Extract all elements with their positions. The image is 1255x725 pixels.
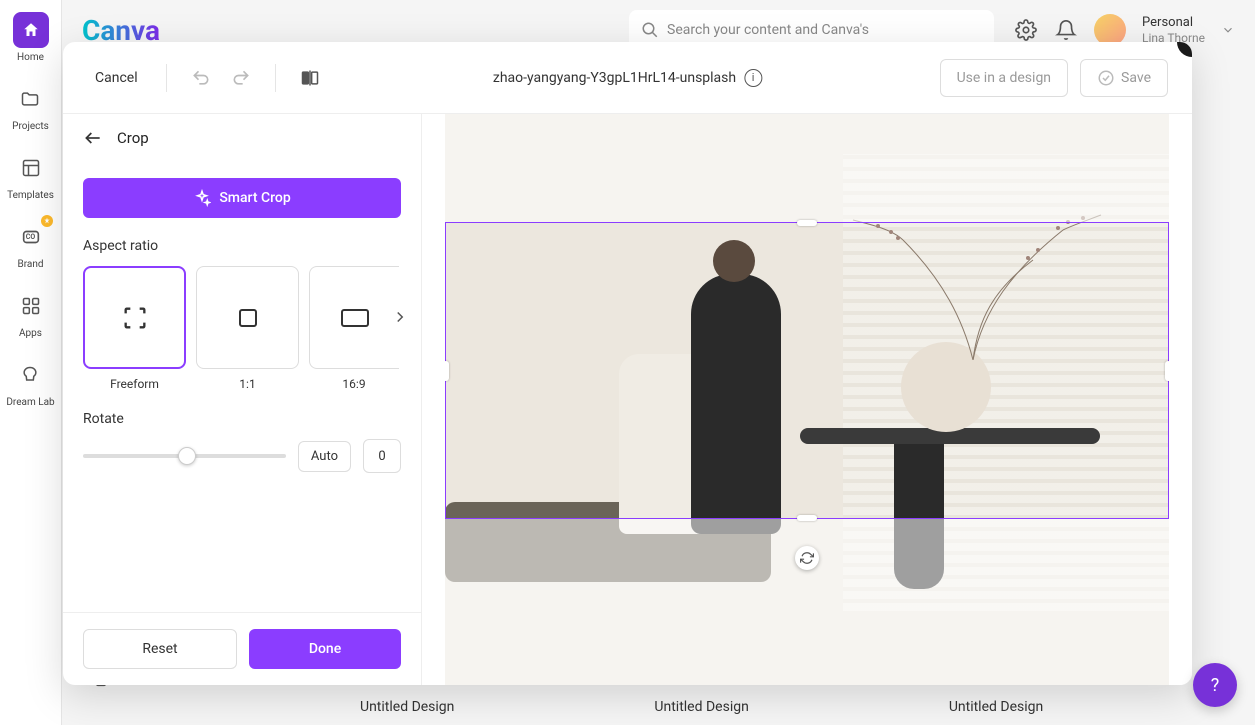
flip-button[interactable] xyxy=(296,64,324,92)
ratio-1-1[interactable]: 1:1 xyxy=(196,266,299,391)
reset-button[interactable]: Reset xyxy=(83,629,237,669)
nav-label: Brand xyxy=(17,259,43,270)
templates-icon xyxy=(13,150,49,186)
nav-dream-lab[interactable]: Dream Lab xyxy=(6,357,54,408)
search-placeholder: Search your content and Canva's xyxy=(667,22,869,38)
folder-icon xyxy=(12,81,48,117)
nav-brand[interactable]: CO Brand xyxy=(13,219,49,270)
modal-header: Cancel zhao-yangyang-Y3gpL1HrL14-unsplas… xyxy=(63,42,1192,114)
smart-crop-button[interactable]: Smart Crop xyxy=(83,178,401,218)
ratio-options: Freeform 1:1 16:9 xyxy=(83,266,401,391)
dream-lab-icon xyxy=(12,357,48,393)
rotate-handle[interactable] xyxy=(795,546,819,570)
header-actions: Use in a design Save xyxy=(940,59,1168,97)
crop-panel: Crop Smart Crop Aspect ratio Freeform xyxy=(63,114,422,685)
ratio-next-button[interactable] xyxy=(391,308,409,326)
crop-box[interactable] xyxy=(445,222,1169,519)
crop-header: Crop xyxy=(63,114,421,162)
rotate-label: Rotate xyxy=(83,411,401,427)
filename-text: zhao-yangyang-Y3gpL1HrL14-unsplash xyxy=(493,70,736,86)
search-icon xyxy=(641,21,659,39)
crop-title: Crop xyxy=(117,129,149,147)
nav-templates[interactable]: Templates xyxy=(7,150,54,201)
cancel-button[interactable]: Cancel xyxy=(87,70,146,86)
undo-button[interactable] xyxy=(187,64,215,92)
crop-handle-right[interactable] xyxy=(1165,361,1169,381)
nav-home[interactable]: Home xyxy=(13,12,49,63)
sparkle-icon xyxy=(193,189,211,207)
home-icon xyxy=(13,12,49,48)
divider xyxy=(275,64,276,92)
ratio-label: Freeform xyxy=(110,377,159,391)
filename-area: zhao-yangyang-Y3gpL1HrL14-unsplash i xyxy=(493,69,762,87)
crop-dim-top xyxy=(445,114,1169,222)
help-button[interactable]: ? xyxy=(1193,663,1237,707)
nav-label: Templates xyxy=(7,190,54,201)
divider xyxy=(166,64,167,92)
ratio-label: 16:9 xyxy=(342,377,365,391)
save-button[interactable]: Save xyxy=(1080,59,1168,97)
nav-label: Home xyxy=(17,52,44,63)
redo-icon xyxy=(231,68,251,88)
modal-body: Crop Smart Crop Aspect ratio Freeform xyxy=(63,114,1192,685)
rotate-input[interactable] xyxy=(363,439,401,473)
ratio-label: 1:1 xyxy=(239,377,255,391)
close-icon xyxy=(1185,42,1192,49)
wide-icon xyxy=(340,308,370,328)
user-plan: Personal xyxy=(1142,15,1205,31)
brand-icon: CO xyxy=(13,219,49,255)
freeform-icon xyxy=(121,304,149,332)
design-item[interactable]: Untitled Design xyxy=(360,699,454,715)
ratio-thumb xyxy=(196,266,299,369)
check-circle-icon xyxy=(1097,69,1115,87)
nav-label: Projects xyxy=(12,121,49,132)
arrow-left-icon xyxy=(83,128,103,148)
ratio-thumb xyxy=(309,266,399,369)
redo-button[interactable] xyxy=(227,64,255,92)
nav-apps[interactable]: Apps xyxy=(13,288,49,339)
crop-dim-bottom xyxy=(445,519,1169,685)
undo-icon xyxy=(191,68,211,88)
done-button[interactable]: Done xyxy=(249,629,401,669)
nav-projects[interactable]: Projects xyxy=(12,81,49,132)
left-nav-rail: Home Projects Templates CO Brand xyxy=(0,0,62,725)
settings-icon[interactable] xyxy=(1014,18,1038,42)
crop-handle-left[interactable] xyxy=(445,361,449,381)
rotate-slider[interactable] xyxy=(83,454,286,458)
ratio-16-9[interactable]: 16:9 xyxy=(309,266,399,391)
image-preview xyxy=(422,114,1192,685)
user-info[interactable]: Personal Lina Thorne xyxy=(1142,15,1205,45)
rotate-controls: Auto xyxy=(83,439,401,473)
chevron-right-icon xyxy=(391,308,409,326)
chevron-down-icon[interactable] xyxy=(1221,23,1235,37)
ratio-freeform[interactable]: Freeform xyxy=(83,266,186,391)
smart-crop-label: Smart Crop xyxy=(219,190,290,206)
apps-icon xyxy=(13,288,49,324)
ratio-thumb xyxy=(83,266,186,369)
flip-icon xyxy=(300,68,320,88)
save-label: Save xyxy=(1121,70,1151,86)
crop-handle-top[interactable] xyxy=(797,220,817,226)
info-icon[interactable]: i xyxy=(744,69,762,87)
design-item[interactable]: Untitled Design xyxy=(949,699,1043,715)
crop-content: Smart Crop Aspect ratio Freeform xyxy=(63,162,421,612)
aspect-ratio-label: Aspect ratio xyxy=(83,238,401,254)
back-button[interactable] xyxy=(83,128,103,148)
image-canvas[interactable] xyxy=(445,114,1169,685)
designs-row: Untitled Design Untitled Design Untitled… xyxy=(92,699,1225,715)
bell-icon[interactable] xyxy=(1054,18,1078,42)
crop-handle-bottom[interactable] xyxy=(797,515,817,521)
help-label: ? xyxy=(1211,675,1220,696)
nav-label: Apps xyxy=(19,328,42,339)
crop-modal: Cancel zhao-yangyang-Y3gpL1HrL14-unsplas… xyxy=(63,42,1192,685)
square-icon xyxy=(236,306,260,330)
auto-button[interactable]: Auto xyxy=(298,441,351,472)
crop-footer: Reset Done xyxy=(63,612,421,685)
design-item[interactable]: Untitled Design xyxy=(654,699,748,715)
slider-thumb[interactable] xyxy=(178,447,196,465)
rotate-icon xyxy=(800,551,814,565)
nav-label: Dream Lab xyxy=(6,397,54,408)
use-in-design-button[interactable]: Use in a design xyxy=(940,59,1068,97)
